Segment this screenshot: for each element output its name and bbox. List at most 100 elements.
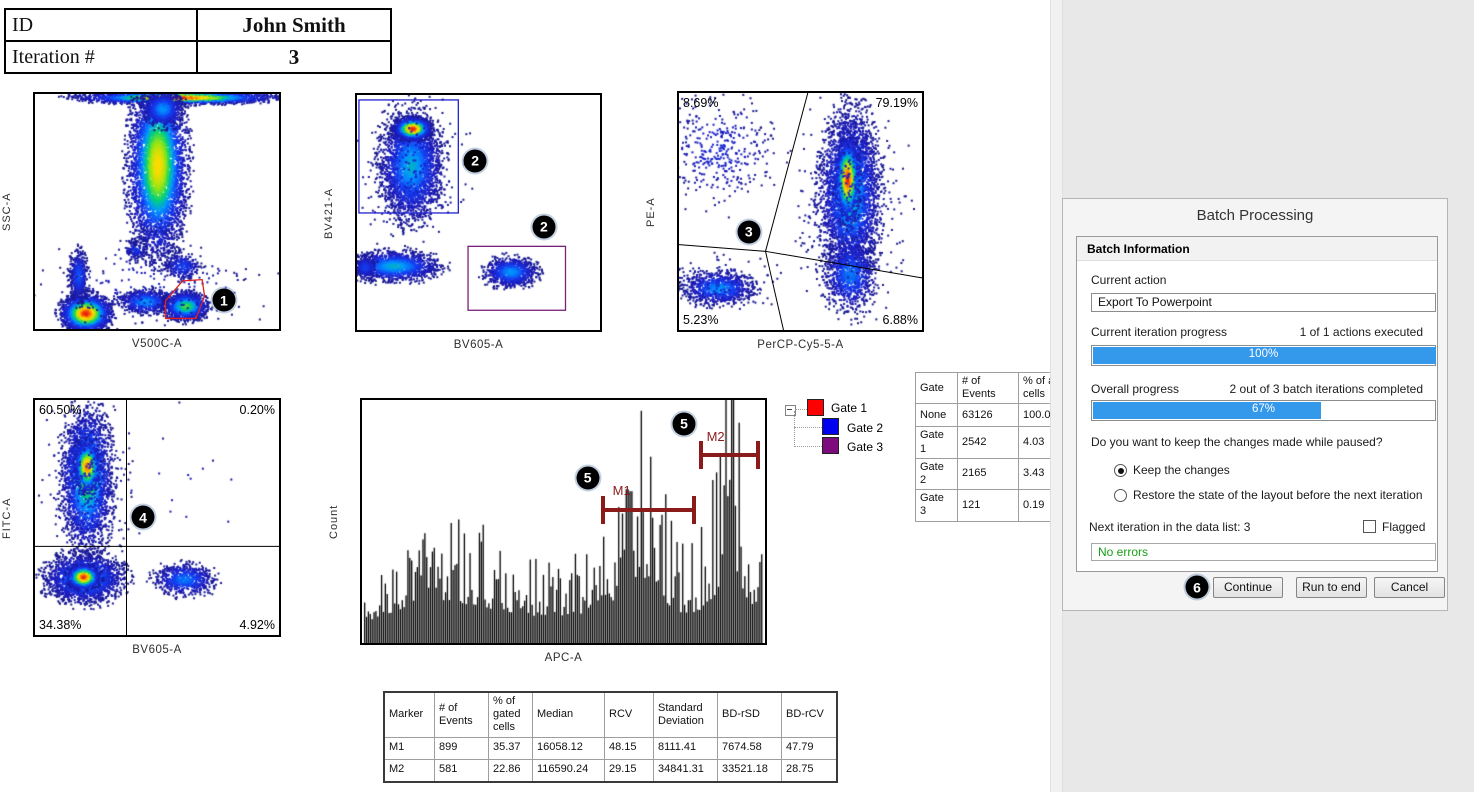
gate-overlay[interactable] <box>357 95 600 330</box>
x-axis-label: BV605-A <box>33 644 281 656</box>
plot-ssc-vs-v500c[interactable]: 1 <box>33 92 281 331</box>
table-cell: 63126 <box>958 404 1019 427</box>
table-cell: None <box>916 404 958 427</box>
table-cell: 34841.31 <box>654 759 718 782</box>
table-cell: Gate 2 <box>916 458 958 489</box>
table-cell: 121 <box>958 490 1019 521</box>
plot-fitc-vs-bv605[interactable]: 60.50%0.20%34.38%4.92%4 <box>33 398 281 637</box>
y-axis-label: FITC-A <box>1 468 17 568</box>
y-axis-label: SSC-A <box>1 162 17 262</box>
table-cell: 47.79 <box>782 737 838 759</box>
plot-bv421-vs-bv605[interactable]: 22 <box>355 93 602 332</box>
column-header: BD-rCV <box>782 692 838 737</box>
range-marker-cap[interactable] <box>601 496 605 524</box>
callout-badge-5: 5 <box>672 412 695 435</box>
gate-legend-label[interactable]: Gate 2 <box>847 421 883 435</box>
histogram-canvas <box>362 400 765 643</box>
rectangle-gate[interactable] <box>359 100 458 213</box>
tree-connector <box>794 446 822 447</box>
spider-gate-line[interactable] <box>766 93 808 251</box>
restore-layout-radio[interactable] <box>1114 489 1127 502</box>
section-header-label: Batch Information <box>1087 242 1190 256</box>
iteration-progress-status: 1 of 1 actions executed <box>1300 325 1423 339</box>
percent-label-tl: 60.50% <box>39 403 81 417</box>
percent-label-bl: 5.23% <box>683 313 718 327</box>
current-action-field[interactable]: Export To Powerpoint <box>1091 293 1436 312</box>
progress-percent-text: 67% <box>1092 403 1435 415</box>
spider-gate-line[interactable] <box>766 251 784 330</box>
y-axis-label: Count <box>328 472 344 572</box>
flagged-checkbox-label[interactable]: Flagged <box>1382 520 1425 534</box>
overall-progress-status: 2 out of 3 batch iterations completed <box>1230 382 1423 396</box>
table-cell: 35.37 <box>489 737 533 759</box>
table-cell: 116590.24 <box>533 759 605 782</box>
gate-overlay[interactable] <box>679 93 922 330</box>
percent-label-br: 6.88% <box>883 313 918 327</box>
iteration-value: 3 <box>197 41 391 73</box>
plot-count-vs-apc[interactable]: M1M255 <box>360 398 767 645</box>
gate-legend-label[interactable]: Gate 1 <box>831 401 867 415</box>
callout-badge-2: 2 <box>532 215 555 238</box>
flagged-checkbox[interactable] <box>1363 520 1376 533</box>
table-cell: M1 <box>384 737 435 759</box>
cancel-button[interactable]: Cancel <box>1374 577 1445 598</box>
range-marker-cap[interactable] <box>692 496 696 524</box>
app-root: ID John Smith Iteration # 3 Gate 1Gate 2… <box>0 0 1474 792</box>
tree-connector <box>794 427 822 428</box>
iteration-progress-bar: 100% <box>1091 345 1436 366</box>
run-to-end-button[interactable]: Run to end <box>1296 577 1367 598</box>
table-cell: 581 <box>435 759 489 782</box>
range-marker-cap[interactable] <box>756 441 760 469</box>
table-cell: Gate 1 <box>916 427 958 458</box>
restore-layout-radio-label[interactable]: Restore the state of the layout before t… <box>1133 488 1423 502</box>
rectangle-gate[interactable] <box>468 246 565 310</box>
column-header: Gate <box>916 373 958 404</box>
table-cell: Gate 3 <box>916 490 958 521</box>
table-row: Iteration # 3 <box>5 41 391 73</box>
table-cell: 48.15 <box>605 737 654 759</box>
progress-percent-text: 100% <box>1092 348 1435 360</box>
table-cell: M2 <box>384 759 435 782</box>
batch-processing-dialog: Batch Processing Batch Information Curre… <box>1062 198 1448 611</box>
keep-changes-radio[interactable] <box>1114 464 1127 477</box>
range-marker-M1[interactable] <box>603 508 694 512</box>
keep-changes-radio-label[interactable]: Keep the changes <box>1133 463 1230 477</box>
id-value: John Smith <box>197 9 391 41</box>
next-iteration-label: Next iteration in the data list: 3 <box>1089 520 1250 534</box>
gate-overlay[interactable] <box>35 94 279 329</box>
error-status-field: No errors <box>1091 543 1436 561</box>
gate-color-swatch[interactable] <box>822 418 839 435</box>
table-row: M258122.86116590.2429.1534841.3133521.18… <box>384 759 837 782</box>
id-label: ID <box>5 9 197 41</box>
column-header: # of Events <box>958 373 1019 404</box>
table-cell: 2165 <box>958 458 1019 489</box>
gate-color-swatch[interactable] <box>807 399 824 416</box>
gate-legend-label[interactable]: Gate 3 <box>847 440 883 454</box>
gate-overlay[interactable] <box>35 400 279 635</box>
column-header: # of Events <box>435 692 489 737</box>
polygon-gate[interactable] <box>166 280 205 319</box>
marker-statistics-table: Marker# of Events% of gated cellsMedianR… <box>383 691 838 783</box>
dialog-title: Batch Processing <box>1063 207 1447 224</box>
table-cell: 33521.18 <box>718 759 782 782</box>
continue-button[interactable]: Continue <box>1213 577 1283 598</box>
percent-label-br: 4.92% <box>240 618 275 632</box>
range-marker-M2[interactable] <box>701 453 759 457</box>
range-marker-cap[interactable] <box>699 441 703 469</box>
spider-gate-line[interactable] <box>679 245 766 252</box>
callout-badge-5: 5 <box>576 466 599 489</box>
spider-gate-line[interactable] <box>766 251 922 278</box>
current-action-label: Current action <box>1091 273 1166 287</box>
x-axis-label: PerCP-Cy5-5-A <box>677 339 924 351</box>
x-axis-label: V500C-A <box>33 338 281 350</box>
column-header: % of gated cells <box>489 692 533 737</box>
iteration-progress-label: Current iteration progress <box>1091 325 1227 339</box>
plot-pe-vs-percp[interactable]: 8.69%79.19%5.23%6.88%3 <box>677 91 924 332</box>
table-cell: 28.75 <box>782 759 838 782</box>
y-axis-label: BV421-A <box>323 163 339 263</box>
marker-label-M2: M2 <box>707 429 725 444</box>
gate-color-swatch[interactable] <box>822 437 839 454</box>
tree-connector <box>795 409 807 410</box>
overall-progress-label: Overall progress <box>1091 382 1179 396</box>
callout-badge-2: 2 <box>464 149 487 172</box>
